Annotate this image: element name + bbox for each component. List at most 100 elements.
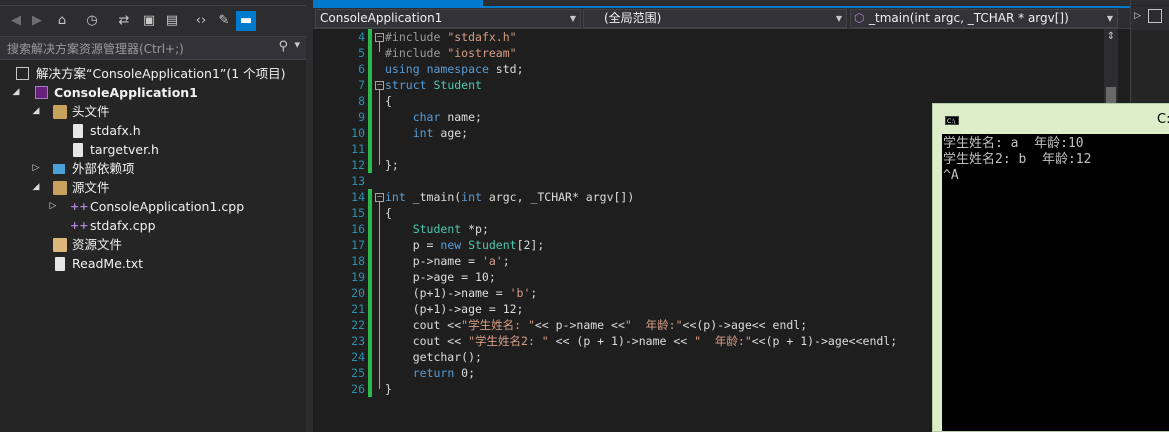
text-file-icon [55,257,65,271]
tree-item-label: 资源文件 [72,237,123,252]
tree-item-readme[interactable]: ReadMe.txt [0,254,306,273]
tree-item-label: ReadMe.txt [72,256,144,271]
search-placeholder: 搜索解决方案资源管理器(Ctrl+;) [7,42,184,56]
project-dropdown[interactable]: ConsoleApplication1 ▼ [315,9,581,28]
tree-item-label: stdafx.cpp [90,218,156,233]
forward-icon[interactable]: ▶ [27,11,47,31]
change-indicator [368,189,372,397]
collapse-icon[interactable]: ▣ [139,11,159,31]
line-number: 24 [351,350,365,364]
line-number: 14 [351,190,365,204]
line-number: 7 [358,78,365,92]
tree-item-label: stdafx.h [90,123,141,138]
code-line: { [385,206,392,220]
header-file-icon [73,124,83,138]
code-line: getchar(); [385,350,482,364]
tree-item-solution[interactable]: 解决方案“ConsoleApplication1”(1 个项目) [0,64,306,83]
class-icon [1148,9,1162,23]
code-line: #include "stdafx.h" [385,30,517,44]
code-line: int age; [412,126,469,140]
line-number: 25 [351,366,365,380]
line-number: 9 [358,110,365,124]
search-input[interactable]: 搜索解决方案资源管理器(Ctrl+;) ⚲ ▾ [0,36,306,60]
collapse-icon[interactable]: − [375,193,384,202]
cpp-file-icon: ++ [70,200,89,213]
line-number: 13 [351,174,365,188]
expand-arrow-icon[interactable]: ◢ [31,102,41,121]
scope-dropdown[interactable]: (全局范围) ▼ [583,9,847,28]
line-number: 8 [358,94,365,108]
back-icon[interactable]: ◀ [6,11,26,31]
chevron-down-icon[interactable]: ▾ [294,38,300,51]
console-title: C: [1157,112,1169,127]
tree-item-targetver-h[interactable]: targetver.h [0,140,306,159]
sync-icon[interactable]: ⇄ [114,11,134,31]
tree-item-stdafx-cpp[interactable]: ++ stdafx.cpp [0,216,306,235]
chevron-down-icon[interactable]: ▼ [1107,10,1113,27]
tree-item-external-dependencies[interactable]: ▷ 外部依赖项 [0,159,306,178]
console-line: 学生姓名2: b 年龄:12 [943,152,1092,167]
console-titlebar[interactable]: C:\ C: [933,104,1169,134]
chevron-down-icon[interactable]: ▼ [570,10,576,27]
tree-item-label: 头文件 [72,104,110,119]
splitter[interactable] [306,0,313,432]
code-line: char name; [412,110,482,124]
collapse-icon[interactable]: − [375,81,384,90]
expand-arrow-icon[interactable]: ◢ [11,83,21,102]
tree-item-label: 解决方案“ConsoleApplication1”(1 个项目) [36,66,286,81]
cpp-file-icon: ++ [70,219,89,232]
collapse-arrow-icon[interactable]: ▷ [1134,11,1141,21]
method-icon: ⬡ [854,11,865,25]
tree-item-resource-files[interactable]: 资源文件 [0,235,306,254]
console-output[interactable]: 学生姓名: a 年龄:10 学生姓名2: b 年龄:12 ^A [942,134,1169,431]
line-number: 4 [358,30,365,44]
member-dropdown[interactable]: ⬡ _tmain(int argc, _TCHAR * argv[]) ▼ [850,9,1118,28]
console-window[interactable]: C:\ C: 学生姓名: a 年龄:10 学生姓名2: b 年龄:12 ^A [932,103,1169,432]
fold-guide [379,90,380,165]
code-icon[interactable]: ‹› [191,11,211,31]
preview-icon[interactable]: ▬ [236,11,256,31]
tree-item-source-files[interactable]: ◢ 源文件 [0,178,306,197]
showall-icon[interactable]: ▤ [162,11,182,31]
solution-explorer-panel: ◀ ▶ ⌂ ◷ ⇄ ▣ ▤ ‹› ✎ ▬ 搜索解决方案资源管理器(Ctrl+;)… [0,0,306,432]
project-icon [35,86,48,99]
tree-item-consoleapplication1-cpp[interactable]: ▷ ++ ConsoleApplication1.cpp [0,197,306,216]
tree-item-project[interactable]: ◢ ConsoleApplication1 [0,83,306,102]
home-icon[interactable]: ⌂ [52,11,72,31]
tree-item-stdafx-h[interactable]: stdafx.h [0,121,306,140]
code-line: } [385,382,392,396]
code-line: p->age = 10; [385,270,496,284]
scope-dropdown-value: (全局范围) [604,11,662,25]
tree-item-label: 外部依赖项 [72,161,135,176]
line-number: 26 [351,382,365,396]
chevron-down-icon[interactable]: ▼ [836,10,842,27]
tree-item-header-files[interactable]: ◢ 头文件 [0,102,306,121]
line-number: 22 [351,318,365,332]
split-icon[interactable]: ⇕ [1106,31,1116,45]
line-number: 11 [351,142,365,156]
history-icon[interactable]: ◷ [82,11,102,31]
code-line: (p+1)->age = 12; [385,302,524,316]
line-number: 23 [351,334,365,348]
collapse-arrow-icon[interactable]: ▷ [31,159,41,178]
expand-arrow-icon[interactable]: ◢ [31,178,41,197]
line-number: 20 [351,286,365,300]
dependencies-icon [53,164,65,174]
fold-guide [379,42,380,52]
solution-icon [16,67,29,80]
folder-icon [53,238,67,252]
collapse-arrow-icon[interactable]: ▷ [48,197,58,216]
collapse-icon[interactable]: − [375,33,384,42]
wrench-icon[interactable]: ✎ [214,11,234,31]
tree-item-label: 源文件 [72,180,110,195]
code-line: struct Student [385,78,482,92]
console-line: 学生姓名: a 年龄:10 [943,136,1084,151]
panel-title-strip [1131,0,1169,5]
code-line: (p+1)->name = 'b'; [385,286,538,300]
line-number: 12 [351,158,365,172]
line-number: 6 [358,62,365,76]
code-line: cout << "学生姓名2: " << (p + 1)->name << " … [385,334,898,348]
line-number: 17 [351,238,365,252]
search-icon[interactable]: ⚲ [278,39,288,54]
console-line: ^A [943,168,959,183]
